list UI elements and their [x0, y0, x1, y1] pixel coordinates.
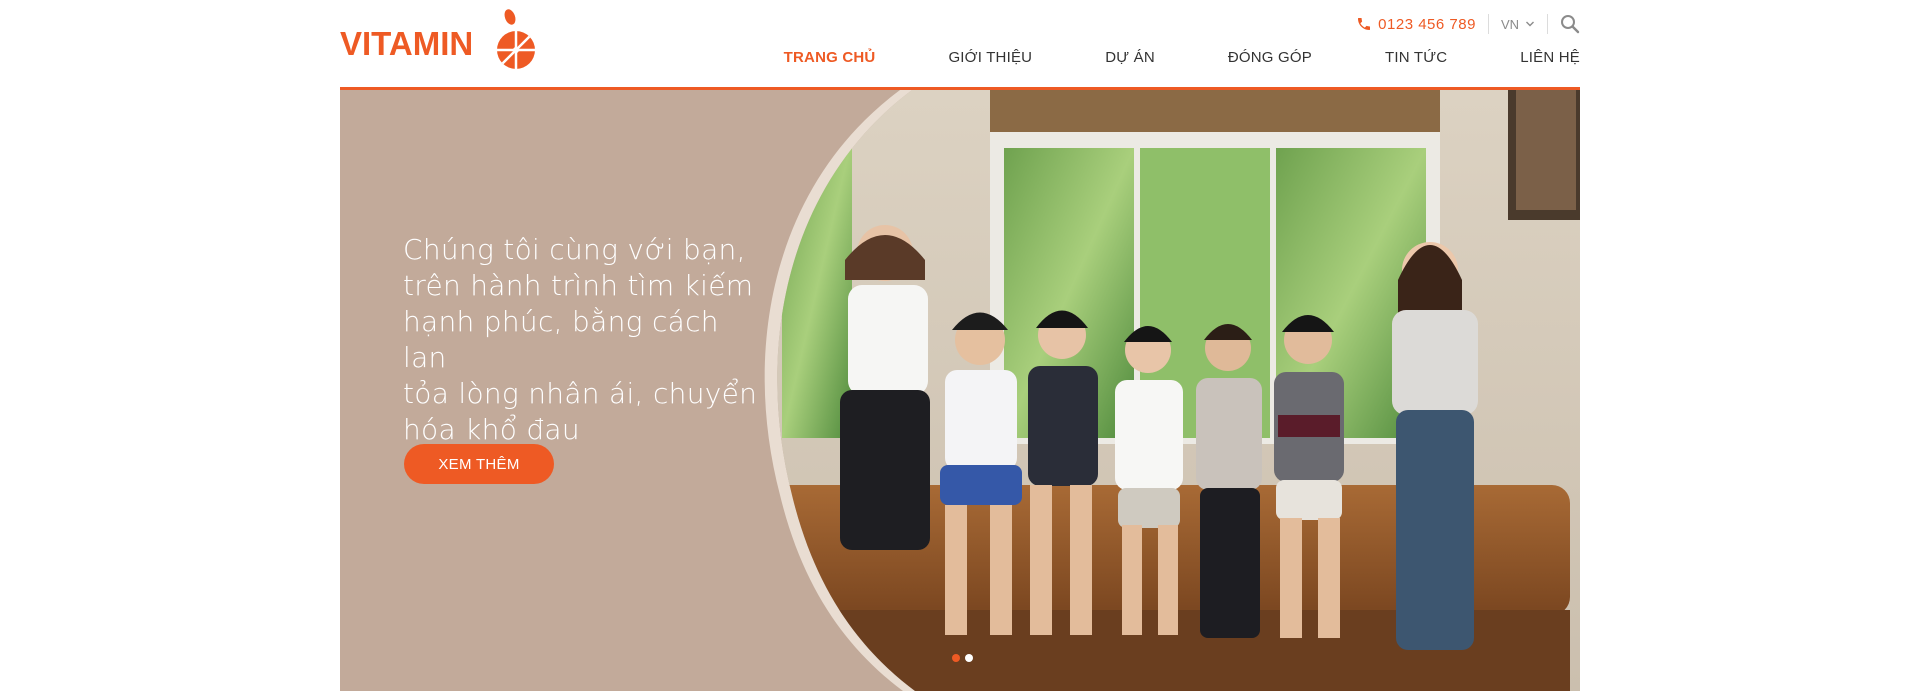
language-selector[interactable]: VN: [1501, 17, 1535, 32]
hero-headline-line: tỏa lòng nhân ái, chuyển: [403, 377, 758, 410]
hero-headline-line: hóa khổ đau: [403, 413, 580, 446]
nav-item-trang-chu[interactable]: TRANG CHỦ: [784, 49, 876, 66]
divider: [1487, 14, 1489, 34]
nav-item-gioi-thieu[interactable]: GIỚI THIỆU: [948, 49, 1032, 66]
nav-item-du-an[interactable]: DỰ ÁN: [1105, 49, 1155, 66]
chevron-down-icon: [1526, 21, 1534, 27]
logo-text: VITAMIN: [340, 25, 474, 62]
site-container: VITAMIN 0123 456 789 VN TRANG CHỦ GIỚI T…: [340, 0, 1580, 691]
nav-item-dong-gop[interactable]: ĐÓNG GÓP: [1228, 49, 1312, 66]
see-more-button[interactable]: XEM THÊM: [404, 444, 554, 484]
site-header: VITAMIN 0123 456 789 VN TRANG CHỦ GIỚI T…: [340, 0, 1580, 90]
header-topbar: 0123 456 789 VN: [1356, 12, 1580, 36]
phone-icon: [1358, 18, 1371, 30]
hero-headline-line: hạnh phúc, bằng cách lan: [403, 305, 719, 374]
hero-headline: Chúng tôi cùng với bạn, trên hành trình …: [403, 232, 763, 448]
phone-link[interactable]: 0123 456 789: [1356, 16, 1476, 33]
slider-dot-1[interactable]: [952, 654, 960, 662]
hero-headline-line: trên hành trình tìm kiếm: [403, 269, 754, 302]
nav-item-tin-tuc[interactable]: TIN TỨC: [1385, 49, 1447, 66]
logo[interactable]: VITAMIN: [340, 4, 540, 84]
nav-item-lien-he[interactable]: LIÊN HỆ: [1520, 49, 1580, 66]
slider-dots: [952, 654, 978, 662]
orange-slice-icon: [497, 9, 535, 69]
phone-number: 0123 456 789: [1378, 15, 1476, 33]
divider: [1547, 14, 1548, 34]
search-icon[interactable]: [1560, 14, 1580, 34]
main-nav: TRANG CHỦ GIỚI THIỆU DỰ ÁN ĐÓNG GÓP TIN …: [784, 46, 1580, 68]
language-label: VN: [1500, 16, 1519, 32]
hero-headline-line: Chúng tôi cùng với bạn,: [403, 233, 746, 266]
slider-dot-2[interactable]: [965, 654, 973, 662]
hero-slider: Chúng tôi cùng với bạn, trên hành trình …: [340, 90, 1580, 691]
